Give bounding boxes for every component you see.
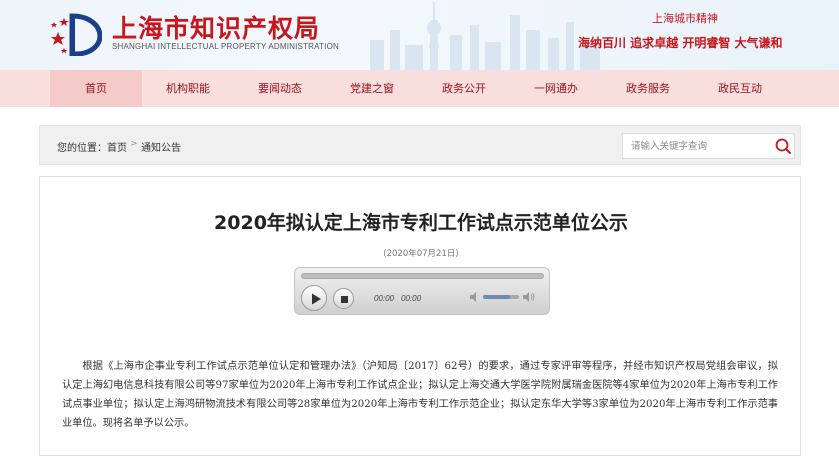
audio-progress-track[interactable]: [301, 273, 544, 279]
volume-slider[interactable]: [483, 295, 519, 299]
nav-item-news[interactable]: 要闻动态: [234, 70, 326, 107]
nav-item-home[interactable]: 首页: [50, 70, 142, 107]
article-panel: 2020年拟认定上海市专利工作试点示范单位公示 (2020年07月21日) 00…: [39, 176, 801, 456]
nav-item-government-service[interactable]: 政务服务: [602, 70, 694, 107]
nav-item-one-stop-service[interactable]: 一网通办: [510, 70, 602, 107]
search-input[interactable]: [623, 134, 768, 158]
play-button[interactable]: [301, 285, 327, 311]
article-title: 2020年拟认定上海市专利工作试点示范单位公示: [214, 212, 628, 234]
nav-item-interaction[interactable]: 政民互动: [694, 70, 786, 107]
stop-button[interactable]: [333, 288, 354, 309]
breadcrumb-home-link[interactable]: 首页: [107, 139, 127, 154]
search-box: [622, 133, 795, 159]
city-spirit-title: 上海城市精神: [652, 12, 718, 25]
max-volume-icon[interactable]: [523, 291, 535, 303]
breadcrumb-prefix: 您的位置：: [57, 143, 107, 154]
duration-time: 00:00: [401, 294, 422, 303]
search-icon[interactable]: [773, 136, 793, 156]
article-body: 根据《上海市企事业专利工作试点示范单位认定和管理办法》（沪知局〔2017〕62号…: [62, 361, 778, 429]
nav-item-organization[interactable]: 机构职能: [142, 70, 234, 107]
volume-level: [483, 295, 510, 299]
current-time: 00:00: [374, 294, 395, 303]
mute-volume-icon[interactable]: [469, 291, 481, 303]
site-subtitle: SHANGHAI INTELLECTUAL PROPERTY ADMINISTR…: [112, 42, 339, 51]
play-icon: [312, 293, 321, 305]
nav-item-government-affairs[interactable]: 政务公开: [418, 70, 510, 107]
audio-player: 00:00 00:00: [294, 267, 550, 315]
shanghai-ip-logo-icon: [51, 13, 102, 56]
breadcrumb-bar: 您的位置： 首页 > 通知公告: [39, 125, 801, 165]
site-title: 上海市知识产权局: [112, 14, 321, 43]
main-nav: 首页 机构职能 要闻动态 党建之窗 政务公开 一网通办 政务服务 政民互动: [0, 70, 839, 107]
article-date: (2020年07月21日): [383, 249, 459, 259]
breadcrumb-notices-link[interactable]: 通知公告: [141, 139, 181, 154]
site-header: 上海市知识产权局 SHANGHAI INTELLECTUAL PROPERTY …: [0, 0, 839, 70]
breadcrumb-separator: >: [130, 139, 138, 149]
stop-icon: [341, 296, 348, 303]
nav-item-party-building[interactable]: 党建之窗: [326, 70, 418, 107]
city-spirit-slogan: 海纳百川 追求卓越 开明睿智 大气谦和: [578, 36, 783, 50]
